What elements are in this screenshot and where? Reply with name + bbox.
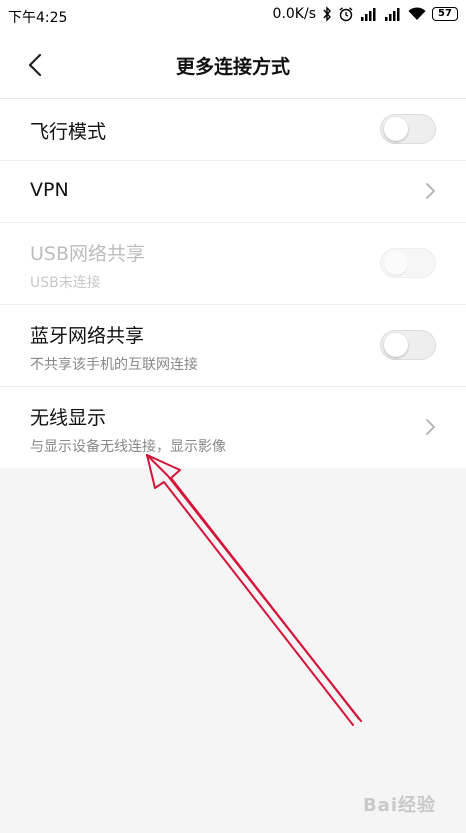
page-header: 更多连接方式 — [0, 32, 466, 99]
setting-subtitle: 与显示设备无线连接，显示影像 — [30, 439, 226, 455]
setting-title: VPN — [30, 179, 69, 201]
chevron-right-icon — [426, 183, 435, 199]
wifi-icon — [408, 7, 426, 20]
toggle-knob — [384, 251, 408, 275]
setting-airplane-mode[interactable]: 飞行模式 — [0, 99, 466, 161]
toggle-knob — [384, 333, 408, 357]
page-title: 更多连接方式 — [175, 56, 290, 78]
chevron-right-icon — [426, 419, 435, 435]
bluetooth-icon — [323, 6, 331, 22]
setting-subtitle: 不共享该手机的互联网连接 — [30, 357, 198, 373]
airplane-mode-toggle[interactable] — [380, 114, 436, 144]
toggle-knob — [384, 117, 408, 141]
alarm-icon — [339, 7, 353, 22]
setting-title: USB网络共享 — [30, 243, 146, 265]
signal-icon — [385, 8, 400, 21]
signal-icon — [361, 8, 376, 21]
status-indicators: 0.0K/s 57 — [273, 6, 458, 22]
setting-title: 蓝牙网络共享 — [30, 325, 145, 347]
setting-title: 飞行模式 — [30, 121, 107, 143]
setting-bluetooth-tethering[interactable]: 蓝牙网络共享 不共享该手机的互联网连接 — [0, 305, 466, 387]
usb-tethering-toggle — [380, 248, 436, 278]
battery-icon: 57 — [432, 7, 458, 21]
setting-vpn[interactable]: VPN — [0, 161, 466, 223]
status-time: 下午4:25 — [8, 10, 68, 26]
settings-list: 飞行模式 VPN USB网络共享 USB未连接 蓝牙网络共享 不共享该手机的互联… — [0, 99, 466, 468]
setting-usb-tethering: USB网络共享 USB未连接 — [0, 223, 466, 305]
network-speed: 0.0K/s — [272, 6, 316, 22]
setting-title: 无线显示 — [30, 407, 107, 429]
status-bar: 下午4:25 0.0K/s 57 — [0, 0, 466, 32]
bluetooth-tethering-toggle[interactable] — [380, 330, 436, 360]
watermark: Bai经验 — [362, 795, 436, 816]
setting-wireless-display[interactable]: 无线显示 与显示设备无线连接，显示影像 — [0, 387, 466, 468]
setting-subtitle: USB未连接 — [30, 275, 101, 291]
